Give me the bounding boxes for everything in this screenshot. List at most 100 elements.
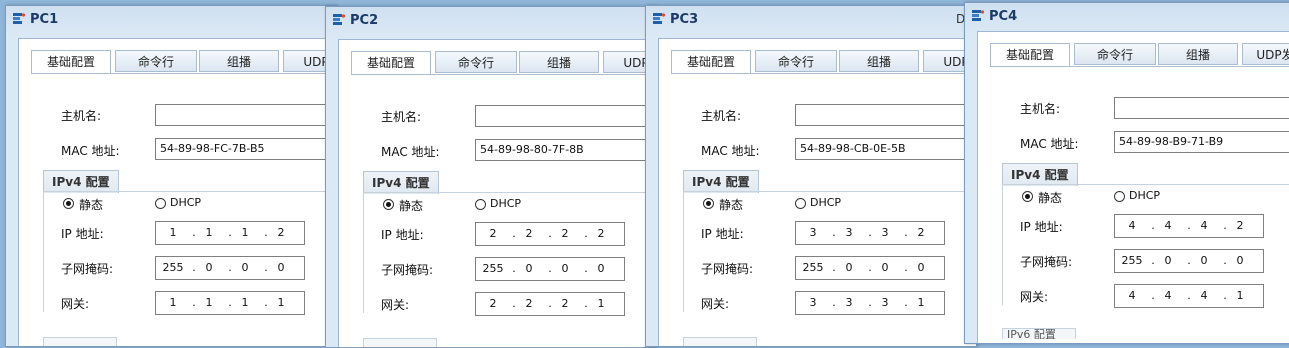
- ip-octet[interactable]: 1: [910, 296, 932, 309]
- dhcp-radio[interactable]: [475, 199, 486, 210]
- ip-address-field[interactable]: 4.4.4.2: [1114, 214, 1264, 238]
- ip-octet[interactable]: 1: [234, 296, 256, 309]
- ip-octet[interactable]: 2: [590, 227, 612, 240]
- ip-octet[interactable]: 4: [1121, 219, 1143, 232]
- ip-octet[interactable]: 2: [554, 227, 576, 240]
- tab-multicast[interactable]: 组播: [199, 50, 279, 72]
- ip-octet[interactable]: 2: [554, 297, 576, 310]
- ip-octet[interactable]: 255: [1121, 254, 1143, 267]
- subnet-mask-field[interactable]: 255. 0. 0. 0: [795, 256, 945, 280]
- ip-octet[interactable]: 255: [162, 261, 184, 274]
- tab-command-line[interactable]: 命令行: [435, 51, 517, 73]
- ip-octet[interactable]: 3: [802, 226, 824, 239]
- tab-command-line[interactable]: 命令行: [1074, 43, 1156, 65]
- ip-octet[interactable]: 2: [482, 227, 504, 240]
- subnet-mask-label: 子网掩码:: [1020, 255, 1073, 269]
- static-radio[interactable]: [383, 199, 394, 210]
- ip-octet[interactable]: 2: [910, 226, 932, 239]
- window-titlebar[interactable]: PC1: [6, 6, 336, 32]
- dhcp-radio[interactable]: [1114, 191, 1125, 202]
- static-label: 静态: [399, 199, 424, 213]
- ip-octet[interactable]: 2: [518, 227, 540, 240]
- tab-multicast[interactable]: 组播: [519, 51, 599, 73]
- static-radio[interactable]: [63, 198, 74, 209]
- ip-octet[interactable]: 2: [482, 297, 504, 310]
- ip-octet[interactable]: 1: [270, 296, 292, 309]
- ip-octet[interactable]: 0: [838, 261, 860, 274]
- ip-octet[interactable]: 255: [802, 261, 824, 274]
- ip-octet[interactable]: 0: [1157, 254, 1179, 267]
- octet-separator: .: [192, 226, 196, 239]
- ip-octet[interactable]: 1: [1229, 289, 1251, 302]
- tab-basic-config[interactable]: 基础配置: [671, 50, 751, 74]
- mac-label: MAC 地址:: [61, 144, 120, 158]
- mac-address-field[interactable]: 54-89-98-B9-71-B9: [1114, 131, 1289, 153]
- subnet-mask-field[interactable]: 255. 0. 0. 0: [1114, 249, 1264, 273]
- tab-multicast[interactable]: 组播: [839, 50, 919, 72]
- ip-octet[interactable]: 2: [518, 297, 540, 310]
- ip-octet[interactable]: 1: [162, 296, 184, 309]
- ip-octet[interactable]: 0: [1229, 254, 1251, 267]
- ip-octet[interactable]: 3: [838, 296, 860, 309]
- ip-octet[interactable]: 4: [1157, 219, 1179, 232]
- gateway-field[interactable]: 3.3.3.1: [795, 291, 945, 315]
- tab-basic-config[interactable]: 基础配置: [990, 43, 1070, 67]
- tab-command-line[interactable]: 命令行: [755, 50, 837, 72]
- subnet-mask-field[interactable]: 255. 0. 0. 0: [475, 257, 625, 281]
- gateway-field[interactable]: 2.2.2.1: [475, 292, 625, 316]
- ip-octet[interactable]: 1: [234, 226, 256, 239]
- hostname-input[interactable]: [475, 105, 656, 127]
- ip-octet[interactable]: 0: [910, 261, 932, 274]
- ip-octet[interactable]: 0: [198, 261, 220, 274]
- ip-octet[interactable]: 0: [270, 261, 292, 274]
- hostname-input[interactable]: [795, 104, 976, 126]
- mac-address-field[interactable]: 54-89-98-FC-7B-B5: [155, 138, 336, 160]
- ip-address-field[interactable]: 3.3.3.2: [795, 221, 945, 245]
- window-titlebar[interactable]: PC3 D: [646, 6, 976, 32]
- ip-octet[interactable]: 3: [874, 226, 896, 239]
- dhcp-radio[interactable]: [155, 198, 166, 209]
- ip-octet[interactable]: 2: [270, 226, 292, 239]
- gateway-label: 网关:: [61, 297, 90, 311]
- ip-octet[interactable]: 1: [198, 226, 220, 239]
- ip-octet[interactable]: 3: [802, 296, 824, 309]
- octet-separator: .: [868, 296, 872, 309]
- ip-octet[interactable]: 0: [1193, 254, 1215, 267]
- ipv6-config-tab: [683, 337, 757, 346]
- ip-octet[interactable]: 255: [482, 262, 504, 275]
- window-titlebar[interactable]: PC4: [965, 3, 1289, 29]
- static-radio[interactable]: [1022, 191, 1033, 202]
- tab-basic-config[interactable]: 基础配置: [31, 50, 111, 74]
- ip-octet[interactable]: 1: [590, 297, 612, 310]
- ip-octet[interactable]: 0: [874, 261, 896, 274]
- ip-octet[interactable]: 3: [874, 296, 896, 309]
- ip-address-field[interactable]: 2.2.2.2: [475, 222, 625, 246]
- ip-octet[interactable]: 4: [1121, 289, 1143, 302]
- hostname-input[interactable]: [155, 104, 336, 126]
- tab-basic-config[interactable]: 基础配置: [351, 51, 431, 75]
- ip-octet[interactable]: 4: [1193, 219, 1215, 232]
- hostname-input[interactable]: [1114, 97, 1289, 119]
- mac-address-field[interactable]: 54-89-98-80-7F-8B: [475, 139, 656, 161]
- ip-octet[interactable]: 0: [590, 262, 612, 275]
- ip-octet[interactable]: 3: [838, 226, 860, 239]
- gateway-field[interactable]: 1.1.1.1: [155, 291, 305, 315]
- mac-address-field[interactable]: 54-89-98-CB-0E-5B: [795, 138, 976, 160]
- ip-octet[interactable]: 1: [198, 296, 220, 309]
- tab-multicast[interactable]: 组播: [1158, 43, 1238, 65]
- tab-udp-send[interactable]: UDP发包工: [1242, 43, 1289, 65]
- tab-command-line[interactable]: 命令行: [115, 50, 197, 72]
- window-titlebar[interactable]: PC2: [326, 7, 656, 33]
- subnet-mask-field[interactable]: 255. 0. 0. 0: [155, 256, 305, 280]
- ip-octet[interactable]: 0: [234, 261, 256, 274]
- ip-address-field[interactable]: 1.1.1.2: [155, 221, 305, 245]
- ip-octet[interactable]: 4: [1157, 289, 1179, 302]
- ip-octet[interactable]: 0: [518, 262, 540, 275]
- gateway-field[interactable]: 4.4.4.1: [1114, 284, 1264, 308]
- static-radio[interactable]: [703, 198, 714, 209]
- ip-octet[interactable]: 4: [1193, 289, 1215, 302]
- ip-octet[interactable]: 2: [1229, 219, 1251, 232]
- ip-octet[interactable]: 0: [554, 262, 576, 275]
- dhcp-radio[interactable]: [795, 198, 806, 209]
- ip-octet[interactable]: 1: [162, 226, 184, 239]
